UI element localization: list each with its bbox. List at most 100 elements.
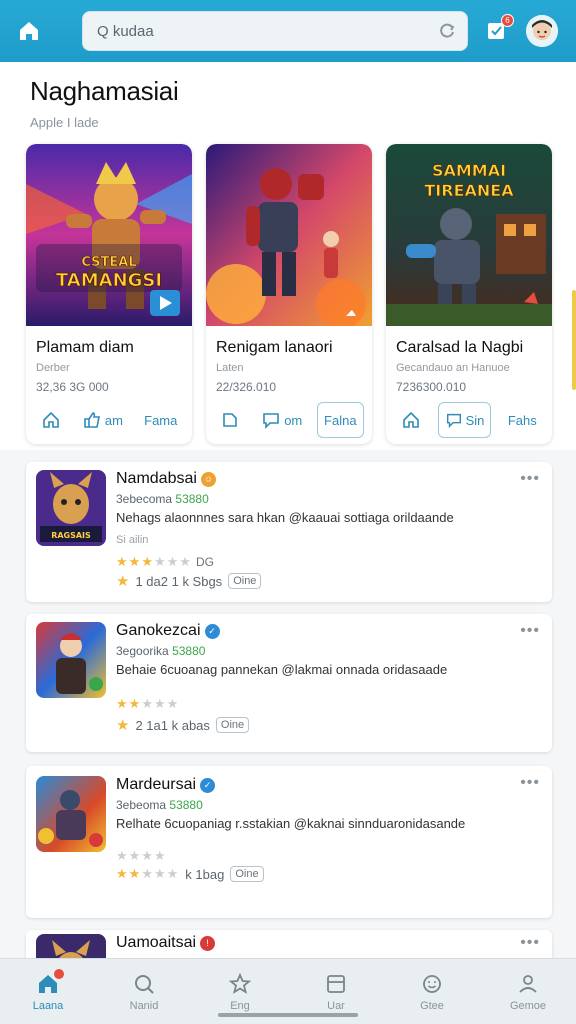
card-chat-button[interactable]: Sin xyxy=(437,402,492,438)
smile-icon xyxy=(423,974,441,993)
featured-card[interactable]: CSTEAL TAMANGSI Plamam diam Derber 32,36… xyxy=(26,144,192,444)
search-icon xyxy=(135,974,154,994)
comment-icon xyxy=(263,413,279,429)
featured-card-subtitle: Gecandauo an Hanuoe xyxy=(396,362,510,374)
card-like-button[interactable]: am xyxy=(76,402,129,438)
app-description: Behaie 6cuoanag pannekan @lakmai onnada … xyxy=(116,662,448,677)
app-title-text: Namdabsai xyxy=(116,470,197,487)
avatar[interactable] xyxy=(526,15,558,47)
app-developer-name: 3ebecoma xyxy=(116,492,173,506)
app-meta: ★ 2 1a1 k abas Oine xyxy=(116,716,250,734)
nav-label: Nanid xyxy=(129,999,159,1012)
search-input[interactable] xyxy=(97,22,437,40)
card-fama-label: Fama xyxy=(144,412,178,428)
list-item[interactable]: Ganokezcai ✓ 3egoorika 53880 Behaie 6cuoa… xyxy=(26,614,552,752)
star-icon: ★ xyxy=(116,573,130,590)
rating-stars: ★★★★★★ DG xyxy=(116,554,214,569)
notification-badge: 6 xyxy=(501,14,514,27)
app-developer-name: 3ebeoma xyxy=(116,798,167,812)
card-fama-button[interactable]: Fama xyxy=(138,402,183,438)
app-tag: Si ailin xyxy=(116,534,149,546)
featured-card[interactable]: Renigam lanaori Laten 22/326.010 om Faln… xyxy=(206,144,372,444)
app-developer-name: 3egoorika xyxy=(116,644,169,658)
featured-card-subtitle: Derber xyxy=(36,362,70,374)
chat-icon xyxy=(446,413,461,429)
thumb-icon xyxy=(84,412,100,428)
nav-item-search[interactable]: Nanid xyxy=(96,959,192,1024)
app-description: Relhate 6cuopaniag r.sstakian @kaknai si… xyxy=(116,816,466,831)
app-icon[interactable]: RAGSAIS xyxy=(36,470,106,546)
card-home-button[interactable] xyxy=(35,402,67,438)
refresh-icon[interactable] xyxy=(437,21,457,41)
svg-text:CSTEAL: CSTEAL xyxy=(81,255,136,270)
card-comment-button[interactable]: om xyxy=(255,402,308,438)
star-icon xyxy=(228,972,252,994)
featured-card-art[interactable]: CSTEAL TAMANGSI xyxy=(26,144,192,326)
card-falna-label: Falna xyxy=(324,412,357,428)
app-developer: 3ebeoma 53880 xyxy=(116,798,203,812)
app-meta-text: k 1bag xyxy=(185,866,225,882)
status-chip[interactable]: Oine xyxy=(215,717,250,733)
home-button[interactable] xyxy=(14,16,44,46)
notifications-button[interactable]: 6 xyxy=(482,14,514,46)
avatar-image xyxy=(526,15,558,47)
featured-card-art[interactable] xyxy=(206,144,372,326)
featured-carousel[interactable]: CSTEAL TAMANGSI Plamam diam Derber 32,36… xyxy=(0,140,576,450)
featured-card-art[interactable]: SAMMAI TIREANEA xyxy=(386,144,552,326)
nav-label: Eng xyxy=(230,999,250,1012)
app-title-text: Ganokezcai xyxy=(116,622,201,639)
app-title-text: Uamoaitsai xyxy=(116,934,197,951)
more-options-icon[interactable]: ••• xyxy=(520,470,540,488)
search-bar[interactable] xyxy=(82,11,468,51)
verified-icon: ✓ xyxy=(200,777,216,793)
svg-text:TAMANGSI: TAMANGSI xyxy=(56,270,162,291)
status-chip[interactable]: Oine xyxy=(230,866,264,882)
featured-card-title[interactable]: Caralsad la Nagbi xyxy=(396,339,523,357)
svg-text:SAMMAI: SAMMAI xyxy=(432,161,506,180)
featured-card-title[interactable]: Renigam lanaori xyxy=(216,339,333,357)
featured-card-title[interactable]: Plamam diam xyxy=(36,339,134,357)
rating-stars-secondary: ★★★★★ xyxy=(116,866,180,881)
app-title[interactable]: Uamoaitsai! xyxy=(116,934,216,952)
home-indicator[interactable] xyxy=(218,1013,358,1017)
nav-badge xyxy=(54,969,64,979)
app-icon[interactable] xyxy=(36,776,106,852)
app-price: 53880 xyxy=(172,644,206,658)
card-falna-button[interactable]: Falna xyxy=(317,402,364,438)
list-item[interactable]: RAGSAIS Namdabsai ☺ 3ebecoma 53880 Nehags… xyxy=(26,462,552,602)
nav-label: Laana xyxy=(32,999,64,1012)
app-title[interactable]: Ganokezcai ✓ xyxy=(116,622,220,640)
next-card-peek[interactable] xyxy=(572,290,576,390)
app-meta: ★ 1 da2 1 k Sbgs Oine xyxy=(116,572,262,590)
user-icon xyxy=(519,974,537,993)
card-fahs-button[interactable]: Fahs xyxy=(502,402,543,438)
nav-item-home[interactable]: Laana xyxy=(0,959,96,1024)
nav-label: Gtee xyxy=(420,999,444,1012)
card-comment-label: om xyxy=(284,412,303,428)
nav-item-social[interactable]: Gtee xyxy=(384,959,480,1024)
card-home-button[interactable] xyxy=(395,402,427,438)
app-icon[interactable] xyxy=(36,622,106,698)
more-options-icon[interactable]: ••• xyxy=(520,934,540,952)
alert-icon: ! xyxy=(200,935,216,951)
featured-card[interactable]: SAMMAI TIREANEA Caralsad la Nagbi Gecand… xyxy=(386,144,552,444)
featured-card-meta: 7236300.010 xyxy=(396,380,467,394)
card-chat-label: Sin xyxy=(465,412,485,428)
app-meta-text: 2 1a1 k abas xyxy=(135,717,210,733)
library-icon xyxy=(327,974,345,993)
featured-card-meta: 32,36 3G 000 xyxy=(36,380,109,394)
more-options-icon[interactable]: ••• xyxy=(520,774,540,792)
nav-item-profile[interactable]: Gemoe xyxy=(480,959,576,1024)
list-item[interactable]: Mardeursai ✓ 3ebeoma 53880 Relhate 6cuopa… xyxy=(26,766,552,918)
featured-card-actions: am Fama xyxy=(26,396,192,444)
app-description: Nehags alaonnnes sara hkan @kaauai sotti… xyxy=(116,510,454,525)
top-app-bar: 6 xyxy=(0,0,576,62)
app-title[interactable]: Mardeursai ✓ xyxy=(116,776,216,794)
page-header: Naghamasiai Apple I lade xyxy=(0,62,576,140)
card-bookmark-button[interactable] xyxy=(214,402,246,438)
status-chip[interactable]: Oine xyxy=(228,573,262,589)
svg-text:TIREANEA: TIREANEA xyxy=(424,181,514,200)
more-options-icon[interactable]: ••• xyxy=(520,622,540,640)
app-developer: 3ebecoma 53880 xyxy=(116,492,209,506)
app-title[interactable]: Namdabsai ☺ xyxy=(116,470,216,488)
